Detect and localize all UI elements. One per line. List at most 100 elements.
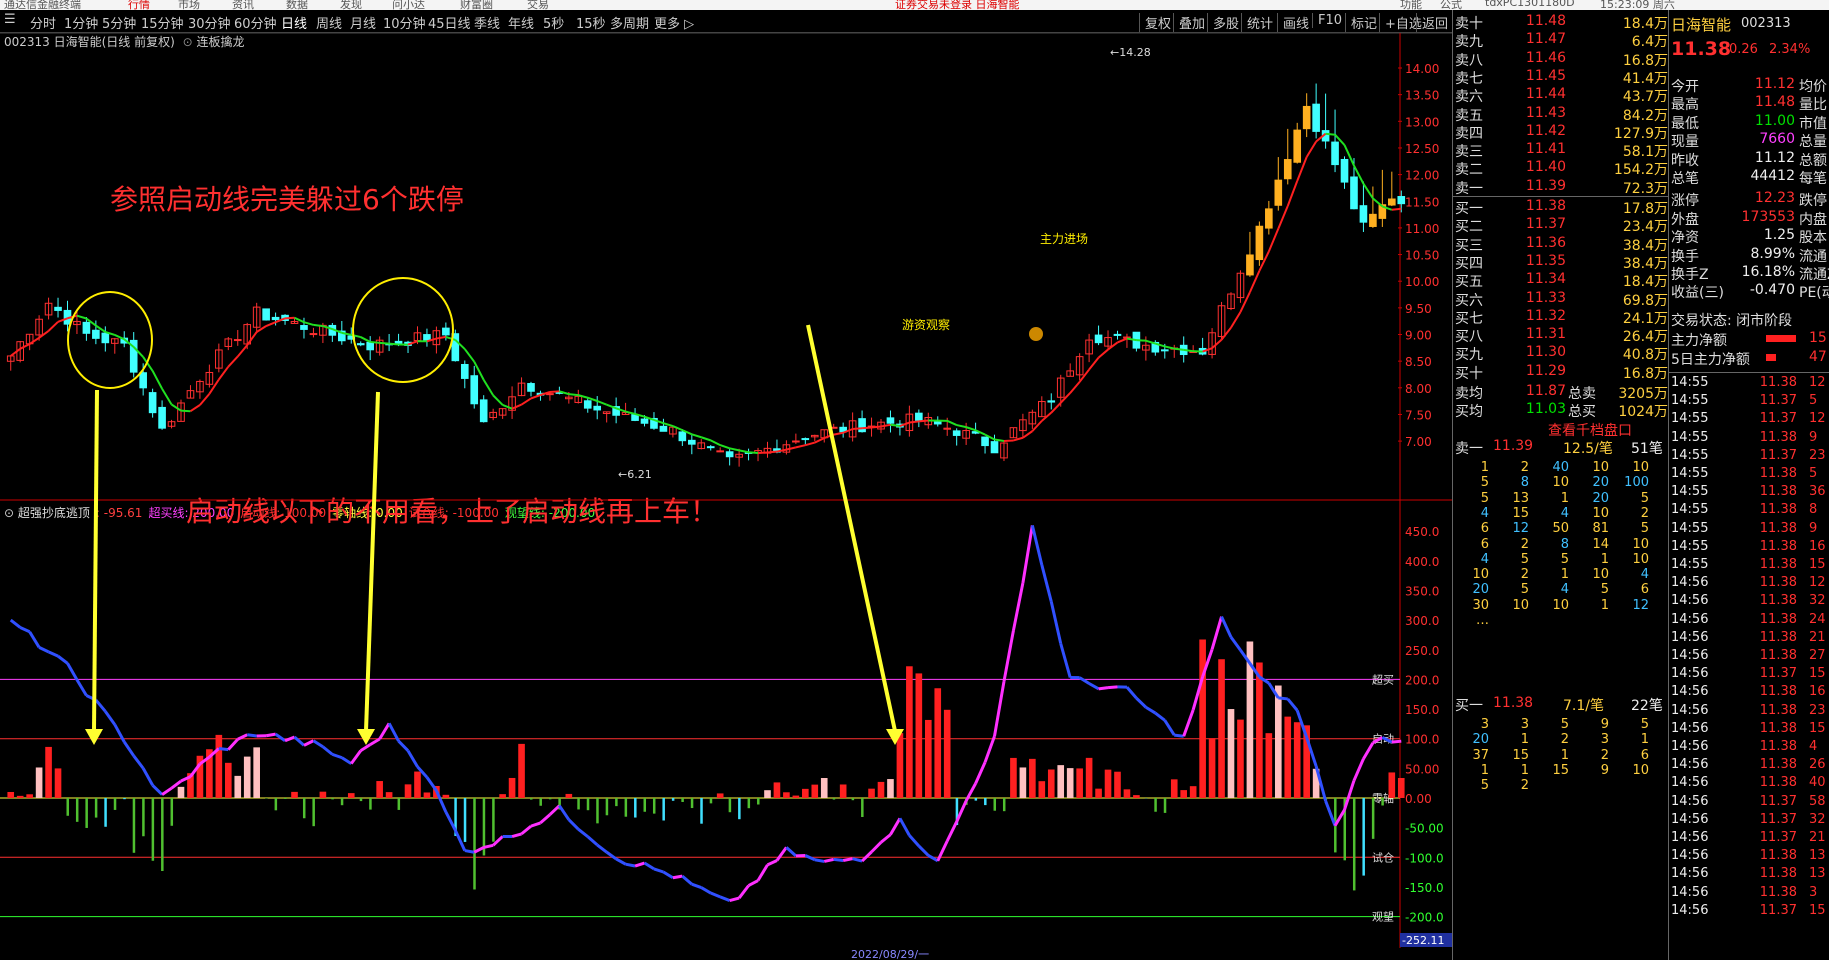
stock-price: 11.38 <box>1671 38 1732 60</box>
ind-tick: 400.0 <box>1405 555 1439 569</box>
bid-row[interactable]: 买二 11.37 23.4万 <box>1453 216 1668 235</box>
ind-line <box>558 804 571 821</box>
bid-row[interactable]: 买一 11.38 17.8万 <box>1453 198 1668 217</box>
tick-row: 14:56 11.38 13 <box>1671 848 1829 866</box>
bid-row[interactable]: 买十 11.29 16.8万 <box>1453 363 1668 382</box>
ask-volume: 18.4万 <box>1622 16 1668 32</box>
candle-body <box>366 341 375 351</box>
ind-bar <box>906 666 913 798</box>
price-tick: 10.50 <box>1405 249 1439 263</box>
ind-bar <box>1163 798 1167 813</box>
ind-bar <box>312 798 315 827</box>
bid-row[interactable]: 买三 11.36 38.4万 <box>1453 235 1668 254</box>
bid-price: 11.30 <box>1525 344 1566 361</box>
bid-row[interactable]: 买五 11.34 18.4万 <box>1453 271 1668 290</box>
bid-label: 买三 <box>1455 237 1483 254</box>
top-menu-item[interactable]: tdxPC1301180D <box>1485 0 1575 9</box>
queue-avg: 12.5/笔 <box>1563 441 1613 457</box>
candle-body <box>1283 159 1292 180</box>
ind-line <box>341 756 353 765</box>
ind-line <box>880 833 892 844</box>
ask-price: 11.44 <box>1525 86 1566 103</box>
ind-line <box>1021 525 1034 584</box>
queue-cell: 20 <box>1592 490 1609 506</box>
top-menu-item[interactable]: 15:23:09 周六 <box>1600 0 1675 10</box>
bid-row[interactable]: 买四 11.35 38.4万 <box>1453 253 1668 272</box>
tick-volume: 15 <box>1809 902 1826 918</box>
candle-body <box>82 321 91 334</box>
candle-body <box>1293 129 1302 163</box>
bid-row[interactable]: 买八 11.31 26.4万 <box>1453 326 1668 346</box>
bid-row[interactable]: 买七 11.32 24.1万 <box>1453 308 1668 327</box>
candles <box>6 83 1406 467</box>
ask-row[interactable]: 卖一 11.39 72.3万 <box>1453 178 1668 197</box>
candle-body <box>1397 196 1406 205</box>
main-net-row: 主力净额 15 <box>1671 330 1829 349</box>
bid-price: 11.34 <box>1525 271 1566 288</box>
bid-price: 11.37 <box>1525 216 1566 233</box>
tick-volume: 4 <box>1809 739 1818 754</box>
bid-row[interactable]: 买九 11.30 40.8万 <box>1453 344 1668 363</box>
candle-body <box>92 329 100 339</box>
quote-label: 净资 <box>1671 230 1699 247</box>
tick-row: 14:55 11.38 8 <box>1671 502 1829 520</box>
tick-price: 11.38 <box>1759 484 1797 500</box>
ask-row[interactable]: 卖四 11.42 127.9万 <box>1453 123 1668 142</box>
ind-line <box>615 857 627 866</box>
ind-bar <box>811 784 819 798</box>
ask-row[interactable]: 卖五 11.43 84.2万 <box>1453 105 1668 124</box>
queue-cell: 6 <box>1640 582 1649 598</box>
candle-body <box>1312 103 1320 132</box>
ind-line <box>113 723 126 743</box>
price-tick: 8.00 <box>1405 382 1432 396</box>
ask-row[interactable]: 卖十 11.48 18.4万 <box>1453 13 1668 32</box>
bid-row[interactable]: 买六 11.33 69.8万 <box>1453 290 1668 309</box>
quote-row: 最高 11.48 量比 <box>1671 94 1829 113</box>
ma-segment <box>199 393 211 406</box>
kline-chart[interactable]: 14.00 13.50 13.00 12.50 12.00 11.50 11.00 10.50… <box>0 0 1452 960</box>
ind-bar <box>123 798 126 800</box>
ind-line <box>274 732 286 742</box>
divider <box>1669 372 1829 373</box>
ind-line <box>710 891 721 899</box>
main-net-row: 5日主力净额 47 <box>1671 349 1829 368</box>
caishen-icon <box>1029 327 1043 341</box>
ind-line <box>369 737 381 746</box>
ind-bar <box>1019 767 1027 798</box>
ind-bar <box>1189 786 1197 798</box>
ind-bar <box>868 788 875 798</box>
tick-volume: 23 <box>1809 702 1826 718</box>
ind-line <box>700 886 712 895</box>
stock-name: 日海智能 <box>1671 16 1732 34</box>
ind-line <box>898 817 911 837</box>
candle-body <box>1340 158 1349 183</box>
candle-body <box>54 306 62 311</box>
ind-line <box>161 786 173 796</box>
ask-row[interactable]: 卖三 11.41 58.1万 <box>1453 141 1668 160</box>
ask-row[interactable]: 卖七 11.45 41.4万 <box>1453 68 1668 87</box>
ind-bar <box>652 798 656 814</box>
tick-time: 14:55 <box>1671 520 1709 536</box>
ind-line <box>141 767 154 787</box>
ask-row[interactable]: 卖六 11.44 43.7万 <box>1453 86 1668 105</box>
ma-segment <box>909 420 919 424</box>
queue-cell: 1 <box>1480 762 1489 778</box>
candle-body <box>981 436 989 447</box>
annotation-arrow <box>364 391 380 732</box>
ask-row[interactable]: 卖九 11.47 6.4万 <box>1453 31 1668 50</box>
tick-volume: 15 <box>1809 557 1826 572</box>
ind-line <box>359 743 371 752</box>
ask-row[interactable]: 卖二 11.40 154.2万 <box>1453 159 1668 178</box>
queue-cell: 10 <box>1592 505 1609 521</box>
ind-line <box>586 835 599 847</box>
ind-bar <box>376 781 383 798</box>
ind-line <box>1107 685 1118 690</box>
bid-volume: 26.4万 <box>1622 329 1668 346</box>
tick-price: 11.38 <box>1759 884 1797 900</box>
qiandang-button[interactable]: 查看千档盘口 <box>1548 420 1632 440</box>
date-cursor: 2022/08/29/一 <box>851 948 929 960</box>
ind-bar <box>1114 771 1121 798</box>
ind-line <box>303 739 315 747</box>
ask-row[interactable]: 卖八 11.46 16.8万 <box>1453 50 1668 69</box>
ind-line <box>814 858 825 863</box>
